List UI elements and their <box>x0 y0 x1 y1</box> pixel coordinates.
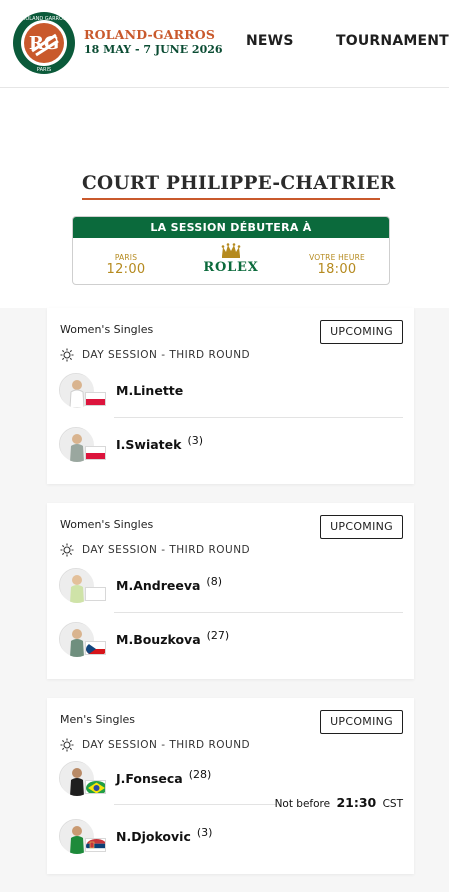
player-seed: (8) <box>206 574 223 588</box>
player-avatar <box>59 622 106 657</box>
player-row[interactable]: M.Linette <box>59 370 183 410</box>
poland-flag <box>85 446 106 460</box>
player-divider <box>114 417 403 418</box>
status-badge: UPCOMING <box>320 320 403 344</box>
nav-news[interactable]: NEWS <box>246 33 294 49</box>
not-before: Not before 21:30 CST <box>275 795 403 810</box>
roland-garros-logo[interactable]: RG ROLAND GARROS PARIS <box>12 11 76 75</box>
svg-text:PARIS: PARIS <box>37 67 51 73</box>
main-content: COURT PHILIPPE-CHATRIER LA SESSION DÉBUT… <box>0 88 449 892</box>
session-heading: LA SESSION DÉBUTERA À <box>73 217 389 238</box>
player-row[interactable]: M.Andreeva (8) <box>59 565 222 605</box>
brand-dates: 18 MAY - 7 JUNE 2026 <box>84 43 223 56</box>
player-avatar <box>59 427 106 462</box>
player-seed: (27) <box>206 628 230 642</box>
player-divider <box>114 612 403 613</box>
round-info: DAY SESSION - THIRD ROUND <box>60 543 250 557</box>
sun-icon <box>60 543 74 557</box>
player-seed: (28) <box>188 767 212 781</box>
brand-block[interactable]: ROLAND-GARROS 18 MAY - 7 JUNE 2026 <box>84 27 223 57</box>
blank-flag <box>85 587 106 601</box>
match-category: Men's Singles <box>60 713 136 726</box>
player-row[interactable]: J.Fonseca (28) <box>59 758 211 798</box>
player-avatar <box>59 819 106 854</box>
player-name: J.Fonseca <box>116 770 183 786</box>
player-seed: (3) <box>187 433 204 447</box>
round-info: DAY SESSION - THIRD ROUND <box>60 738 250 752</box>
player-avatar <box>59 568 106 603</box>
brand-name: ROLAND-GARROS <box>84 27 216 42</box>
player-avatar <box>59 761 106 796</box>
court-title-underline <box>82 198 380 200</box>
svg-text:RG: RG <box>29 33 59 54</box>
match-card[interactable]: Women's Singles UPCOMING DAY SESSION - T… <box>47 503 414 679</box>
serbia-flag <box>85 838 106 852</box>
paris-time-value: 12:00 <box>106 262 146 277</box>
paris-label: PARIS <box>114 253 138 262</box>
not-before-time: 21:30 <box>336 795 377 810</box>
not-before-tz: CST <box>382 798 403 810</box>
crown-icon <box>221 243 241 258</box>
rolex-word: ROLEX <box>203 260 259 275</box>
status-badge: UPCOMING <box>320 515 403 539</box>
brazil-flag <box>85 780 106 794</box>
sun-icon <box>60 738 74 752</box>
local-time-label: VOTRE HEURE <box>309 253 365 262</box>
sun-icon <box>60 348 74 362</box>
player-name: M.Bouzkova <box>116 631 201 647</box>
match-category: Women's Singles <box>60 518 154 531</box>
player-name: N.Djokovic <box>116 828 191 844</box>
local-time: VOTRE HEURE 18:00 <box>292 253 382 277</box>
session-start-box: LA SESSION DÉBUTERA À PARIS 12:00 ROLEX … <box>72 216 390 285</box>
round-label: DAY SESSION - THIRD ROUND <box>82 544 251 556</box>
match-card[interactable]: Men's Singles UPCOMING DAY SESSION - THI… <box>47 698 414 874</box>
round-info: DAY SESSION - THIRD ROUND <box>60 348 250 362</box>
round-label: DAY SESSION - THIRD ROUND <box>82 739 251 751</box>
player-name: I.Swiatek <box>116 436 182 452</box>
player-name: M.Andreeva <box>116 577 201 593</box>
round-label: DAY SESSION - THIRD ROUND <box>82 349 251 361</box>
paris-time: PARIS 12:00 <box>81 253 171 277</box>
player-row[interactable]: I.Swiatek (3) <box>59 424 203 464</box>
czech-flag <box>85 641 106 655</box>
rolex-logo: ROLEX <box>197 243 265 275</box>
not-before-label: Not before <box>274 798 331 810</box>
player-name: M.Linette <box>116 382 184 398</box>
player-divider <box>114 804 277 805</box>
player-row[interactable]: M.Bouzkova (27) <box>59 619 229 659</box>
player-avatar <box>59 373 106 408</box>
match-category: Women's Singles <box>60 323 154 336</box>
player-row[interactable]: N.Djokovic (3) <box>59 816 212 856</box>
poland-flag <box>85 392 106 406</box>
nav-tournament[interactable]: TOURNAMENT <box>336 33 449 49</box>
svg-text:ROLAND GARROS: ROLAND GARROS <box>22 16 66 22</box>
court-title: COURT PHILIPPE-CHATRIER <box>82 173 396 194</box>
site-header: RG ROLAND GARROS PARIS ROLAND-GARROS 18 … <box>0 0 449 88</box>
status-badge: UPCOMING <box>320 710 403 734</box>
player-seed: (3) <box>196 825 213 839</box>
local-time-value: 18:00 <box>317 262 357 277</box>
match-card[interactable]: Women's Singles UPCOMING DAY SESSION - T… <box>47 308 414 484</box>
